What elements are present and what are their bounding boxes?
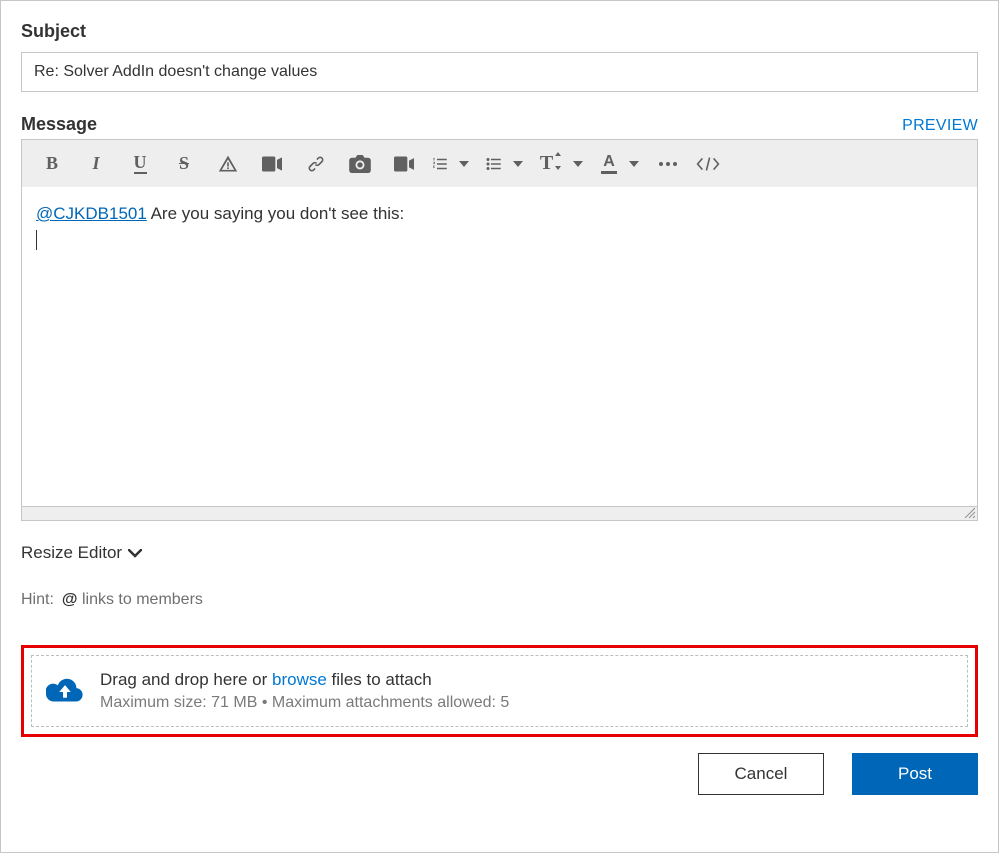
chevron-down-icon <box>128 549 142 558</box>
hint-prefix: Hint: <box>21 591 54 609</box>
resize-editor-label: Resize Editor <box>21 543 122 563</box>
bold-button[interactable]: B <box>30 140 74 188</box>
resize-grip-icon <box>963 506 975 518</box>
font-size-button[interactable]: T <box>534 140 568 188</box>
preview-link[interactable]: PREVIEW <box>902 117 978 135</box>
video-solid-icon <box>394 156 414 172</box>
attach-main-text: Drag and drop here or browse files to at… <box>100 670 509 690</box>
editor-text: Are you saying you don't see this: <box>147 204 404 223</box>
italic-button[interactable]: I <box>74 140 118 188</box>
insert-photo-button[interactable] <box>338 140 382 188</box>
underline-button[interactable]: U <box>118 140 162 188</box>
insert-video-alt-button[interactable] <box>382 140 426 188</box>
unordered-list-button[interactable] <box>480 140 508 188</box>
chevron-down-icon <box>629 161 639 167</box>
unordered-list-icon <box>485 155 503 173</box>
warning-triangle-icon <box>218 154 238 174</box>
hint-text: links to members <box>82 591 203 608</box>
insert-video-button[interactable] <box>250 140 294 188</box>
message-label: Message <box>21 114 97 135</box>
subject-input[interactable] <box>21 52 978 92</box>
upload-cloud-icon <box>46 676 84 706</box>
unordered-list-dropdown[interactable] <box>508 161 528 167</box>
message-editor[interactable]: @CJKDB1501 Are you saying you don't see … <box>21 187 978 507</box>
chevron-down-icon <box>573 161 583 167</box>
attachment-highlight-box: Drag and drop here or browse files to at… <box>21 645 978 737</box>
reply-form: Subject Message PREVIEW B I U S <box>0 0 999 853</box>
code-button[interactable] <box>686 140 730 188</box>
ordered-list-icon <box>431 155 449 173</box>
code-icon <box>696 156 720 172</box>
editor-cursor-line <box>36 227 963 253</box>
video-camera-icon <box>262 156 282 172</box>
camera-icon <box>349 155 371 173</box>
editor-resize-bar[interactable] <box>21 507 978 521</box>
resize-editor-toggle[interactable]: Resize Editor <box>21 543 142 563</box>
font-color-button[interactable]: A <box>594 140 624 188</box>
link-icon <box>306 154 326 174</box>
editor-toolbar: B I U S T <box>21 139 978 187</box>
chevron-down-icon <box>513 161 523 167</box>
insert-link-button[interactable] <box>294 140 338 188</box>
hint-at-symbol: @ <box>62 591 78 608</box>
ordered-list-button[interactable] <box>426 140 454 188</box>
attach-meta-text: Maximum size: 71 MB • Maximum attachment… <box>100 694 509 712</box>
post-button[interactable]: Post <box>852 753 978 795</box>
font-size-dropdown[interactable] <box>568 161 588 167</box>
subject-label: Subject <box>21 21 978 42</box>
editor-line-1: @CJKDB1501 Are you saying you don't see … <box>36 201 963 227</box>
ordered-list-dropdown[interactable] <box>454 161 474 167</box>
browse-link[interactable]: browse <box>272 670 327 689</box>
updown-arrows-icon <box>554 152 562 170</box>
ellipsis-icon <box>658 161 678 167</box>
font-color-dropdown[interactable] <box>624 161 644 167</box>
strikethrough-button[interactable]: S <box>162 140 206 188</box>
chevron-down-icon <box>459 161 469 167</box>
attachment-dropzone[interactable]: Drag and drop here or browse files to at… <box>31 655 968 727</box>
hint-row: Hint: @ links to members <box>21 591 978 609</box>
footer-buttons: Cancel Post <box>21 753 978 795</box>
more-options-button[interactable] <box>650 140 686 188</box>
mention-link[interactable]: @CJKDB1501 <box>36 204 147 223</box>
spoiler-button[interactable] <box>206 140 250 188</box>
cancel-button[interactable]: Cancel <box>698 753 824 795</box>
